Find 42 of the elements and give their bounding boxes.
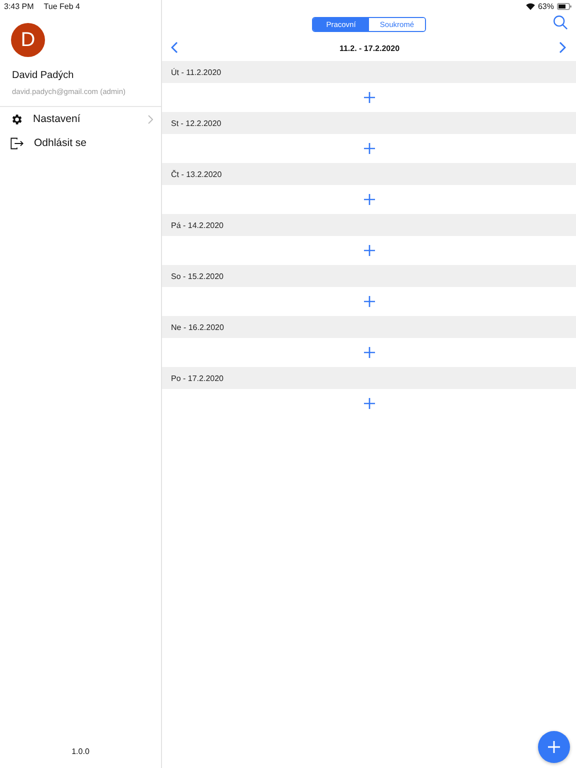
day-label: Pá - 14.2.2020 xyxy=(171,220,224,230)
search-button[interactable] xyxy=(553,15,568,30)
day-label: So - 15.2.2020 xyxy=(171,272,224,280)
day-label: Po - 17.2.2020 xyxy=(171,374,224,382)
add-button[interactable] xyxy=(364,194,374,205)
add-button[interactable] xyxy=(364,398,374,409)
gear-icon xyxy=(10,112,23,126)
plus-icon xyxy=(364,92,374,103)
wifi-icon xyxy=(526,2,535,10)
version-text: 1.0.0 xyxy=(72,747,90,756)
user-name: David Padých xyxy=(12,70,75,81)
add-fab[interactable] xyxy=(538,731,570,763)
menu-item[interactable]: Nastavení xyxy=(0,107,161,131)
chevron-left-icon xyxy=(171,42,178,53)
battery-icon xyxy=(557,2,572,10)
avatar: D xyxy=(11,23,45,57)
logout-icon xyxy=(10,136,24,150)
status-time: 3:43 PM xyxy=(4,2,34,10)
menu-item[interactable]: Odhlásit se xyxy=(0,131,161,155)
plus-icon xyxy=(364,398,374,409)
day-label: Ne - 16.2.2020 xyxy=(171,322,224,332)
add-button[interactable] xyxy=(364,143,374,154)
day-label: Čt - 13.2.2020 xyxy=(171,170,222,178)
add-button[interactable] xyxy=(364,92,374,103)
status-date: Tue Feb 4 xyxy=(44,2,80,10)
plus-icon xyxy=(364,296,374,307)
add-button[interactable] xyxy=(364,296,374,307)
plus-icon xyxy=(364,143,374,154)
search-icon xyxy=(553,15,568,30)
day-label: Út - 11.2.2020 xyxy=(171,68,222,76)
chevron-right-icon xyxy=(559,42,566,53)
plus-icon xyxy=(548,741,560,753)
battery-percent: 63% xyxy=(538,2,554,10)
add-button[interactable] xyxy=(364,347,374,358)
plus-icon xyxy=(364,245,374,256)
plus-icon xyxy=(364,347,374,358)
plus-icon xyxy=(364,194,374,205)
add-button[interactable] xyxy=(364,245,374,256)
day-label: St - 12.2.2020 xyxy=(171,118,222,128)
previous-button[interactable] xyxy=(171,42,180,55)
next-button[interactable] xyxy=(559,42,568,55)
week-range: 11.2. - 17.2.2020 xyxy=(339,44,400,53)
